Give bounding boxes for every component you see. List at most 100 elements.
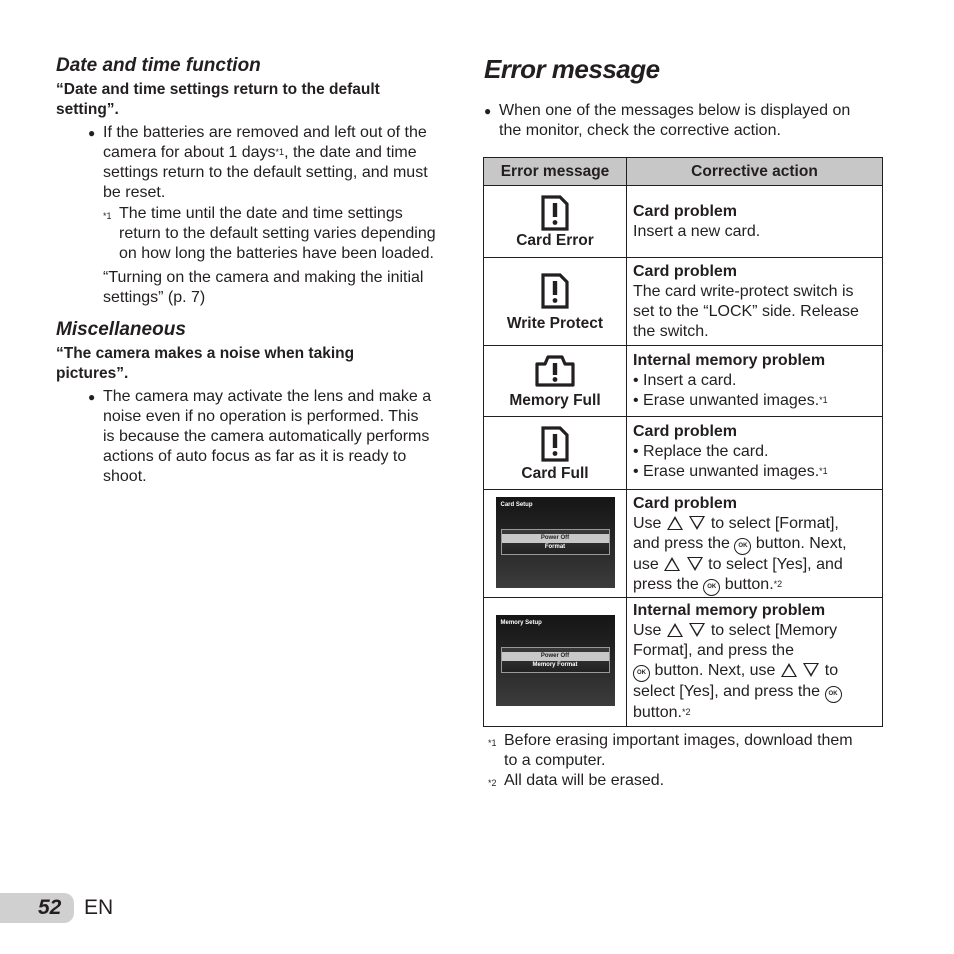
action-text: Use to select [Memory xyxy=(633,621,876,641)
footnote-2: *2 All data will be erased. xyxy=(488,771,888,791)
text-fragment: Use xyxy=(633,622,662,639)
text-fragment: camera for about 1 days xyxy=(103,144,276,161)
table-row: Memory Full Internal memory problem • In… xyxy=(483,345,883,417)
error-cell: Card Full xyxy=(483,416,627,490)
text-fragment: button. xyxy=(633,704,682,721)
action-text: Format], and press the xyxy=(633,642,794,659)
text-fragment: , the date and time xyxy=(284,144,417,161)
up-arrow-icon xyxy=(780,663,797,677)
text-line: When one of the messages below is displa… xyxy=(499,102,851,119)
footnote-mark: *1 xyxy=(488,738,497,748)
up-arrow-icon xyxy=(666,623,683,637)
text-fragment: button. xyxy=(724,576,774,593)
action-text: select [Yes], and press the OK xyxy=(633,682,876,703)
table-row: Card Setup Power Off Format Card problem… xyxy=(483,489,883,598)
down-arrow-icon xyxy=(689,516,706,530)
up-arrow-icon xyxy=(664,557,681,571)
bullet-icon: ● xyxy=(88,390,96,404)
faq-question-date-time: “Date and time settings return to the de… xyxy=(56,80,380,120)
ok-button-icon: OK xyxy=(703,579,721,596)
text-fragment: button. Next, use xyxy=(654,662,776,679)
table-row: Write Protect Card problem The card writ… xyxy=(483,257,883,346)
footnote-ref: *1 xyxy=(819,395,828,405)
intro-bullet: ● When one of the messages below is disp… xyxy=(484,101,884,141)
screen-menu: Power Off Memory Format xyxy=(500,647,610,673)
faq-question-noise: “The camera makes a noise when taking pi… xyxy=(56,344,354,384)
text-line: camera for about 1 days*1, the date and … xyxy=(103,143,468,163)
action-text: Use to select [Format], xyxy=(633,514,876,534)
action-text: use to select [Yes], and xyxy=(633,555,876,575)
cause-label: Internal memory problem xyxy=(633,602,826,619)
action-cell: Internal memory problem Use to select [M… xyxy=(626,597,883,727)
text-line: actions of auto focus as far as it is re… xyxy=(103,448,407,465)
screen-cell: Memory Setup Power Off Memory Format xyxy=(483,597,627,727)
table-header-row: Error message Corrective action xyxy=(483,157,883,186)
action-text: • Replace the card. xyxy=(633,443,769,460)
page-reference: “Turning on the camera and making the in… xyxy=(103,268,423,308)
table-row: Card Error Card problem Insert a new car… xyxy=(483,185,883,258)
action-text: and press the OK button. Next, xyxy=(633,534,876,555)
down-arrow-icon xyxy=(803,663,820,677)
screen-menu: Power Off Format xyxy=(500,529,610,555)
bullet-item: ● The camera may activate the lens and m… xyxy=(88,387,468,487)
text-line: The camera may activate the lens and mak… xyxy=(103,388,432,405)
error-name: Card Error xyxy=(516,232,594,249)
text-line: All data will be erased. xyxy=(504,772,665,789)
down-arrow-icon xyxy=(689,623,706,637)
text-line: noise even if no operation is performed.… xyxy=(103,408,419,425)
action-text: OK button. Next, use to xyxy=(633,661,876,682)
cause-label: Card problem xyxy=(633,263,738,280)
error-name: Write Protect xyxy=(506,315,604,332)
table-row: Card Full Card problem • Replace the car… xyxy=(483,416,883,490)
table-row: Memory Setup Power Off Memory Format Int… xyxy=(483,597,883,727)
action-cell: Internal memory problem • Insert a card.… xyxy=(626,345,883,417)
text-line: the monitor, check the corrective action… xyxy=(499,122,781,139)
text-fragment: press the xyxy=(633,576,699,593)
error-cell: Card Error xyxy=(483,185,627,258)
text-line: settings return to the default setting, … xyxy=(103,164,428,181)
text-fragment: to select [Memory xyxy=(710,622,838,639)
menu-option: Memory Format xyxy=(532,662,578,668)
footnote-note: *1 The time until the date and time sett… xyxy=(103,204,463,264)
text-line: shoot. xyxy=(103,468,147,485)
menu-option-selected: Power Off xyxy=(501,534,609,543)
text-line: If the batteries are removed and left ou… xyxy=(103,124,427,141)
action-text: the switch. xyxy=(633,323,709,340)
cause-label: Card problem xyxy=(633,495,738,512)
text-line: be reset. xyxy=(103,184,166,201)
cause-label: Internal memory problem xyxy=(633,352,826,369)
action-cell: Card problem • Replace the card. • Erase… xyxy=(626,416,883,490)
section-heading-miscellaneous: Miscellaneous xyxy=(56,319,186,340)
footnote-ref: *2 xyxy=(773,579,783,589)
text-fragment: to select [Format], xyxy=(710,515,839,532)
action-text: button.*2 xyxy=(633,703,876,723)
cause-label: Card problem xyxy=(633,203,738,220)
text-fragment: use xyxy=(633,556,659,573)
memory-setup-screen: Memory Setup Power Off Memory Format xyxy=(495,615,615,706)
column-header: Corrective action xyxy=(626,157,883,186)
text-line: The time until the date and time setting… xyxy=(119,205,403,222)
text-line: is because the camera automatically perf… xyxy=(103,428,430,445)
action-text: press the OK button.*2 xyxy=(633,575,876,596)
error-message-table: Error message Corrective action Card Err… xyxy=(483,157,883,727)
action-text: Insert a new card. xyxy=(633,223,761,240)
language-label: EN xyxy=(84,896,114,919)
page-number-badge xyxy=(0,893,74,923)
text-fragment: button. Next, xyxy=(755,535,847,552)
footnote-mark: *2 xyxy=(488,778,497,788)
action-text: • Erase unwanted images.*1 xyxy=(633,462,876,482)
text-fragment: select [Yes], and press the xyxy=(633,683,821,700)
question-line: setting”. xyxy=(56,101,119,118)
text-fragment: and press the xyxy=(633,535,730,552)
text-fragment: Use xyxy=(633,515,662,532)
text-line: return to the default setting varies dep… xyxy=(119,225,436,242)
bullet-item: ● If the batteries are removed and left … xyxy=(88,123,468,203)
error-cell: Memory Full xyxy=(483,345,627,417)
question-line: pictures”. xyxy=(56,365,129,382)
page-number: 52 xyxy=(38,896,62,919)
menu-option: Format xyxy=(544,544,566,550)
error-cell: Write Protect xyxy=(483,257,627,346)
question-line: “Date and time settings return to the de… xyxy=(56,81,380,98)
text-line: Before erasing important images, downloa… xyxy=(504,732,853,749)
action-text: set to the “LOCK” side. Release xyxy=(633,303,859,320)
